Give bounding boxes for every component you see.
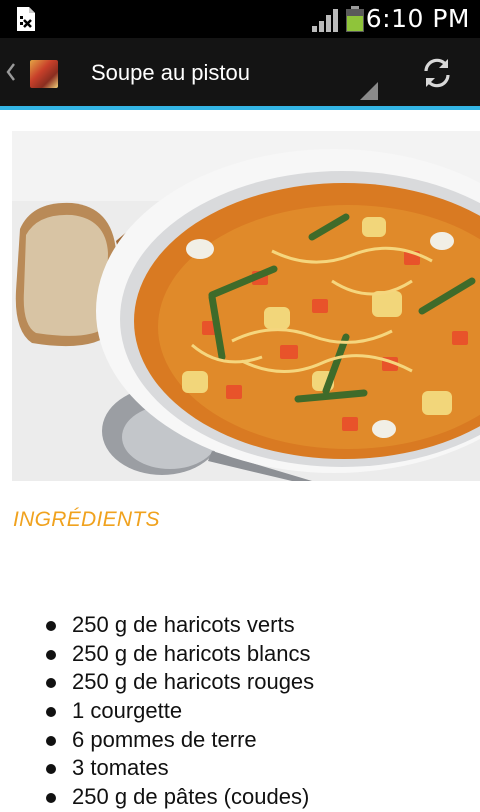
status-time: 6:10 PM [365, 4, 470, 33]
battery-icon [346, 6, 364, 32]
app-icon[interactable] [30, 60, 58, 88]
list-item: 250 g de haricots verts [44, 611, 314, 640]
list-item: 3 tomates [44, 754, 314, 783]
bullet-icon [46, 793, 56, 804]
list-item-text: 3 tomates [72, 755, 169, 781]
bullet-icon [46, 678, 56, 689]
refresh-icon[interactable] [418, 54, 456, 92]
ingredients-list: 250 g de haricots verts 250 g de haricot… [44, 611, 314, 812]
sd-card-removed-icon [17, 7, 35, 31]
list-item: 250 g de pâtes (coudes) [44, 783, 314, 812]
bullet-icon [46, 735, 56, 746]
back-chevron-icon[interactable] [4, 60, 18, 84]
list-item: 1 courgette [44, 697, 314, 726]
list-item-text: 250 g de haricots blancs [72, 640, 311, 666]
list-item-text: 250 g de haricots verts [72, 612, 295, 637]
list-item: 6 pommes de terre [44, 726, 314, 755]
action-bar: Soupe au pistou [0, 38, 480, 106]
bullet-icon [46, 649, 56, 660]
list-item-text: 6 pommes de terre [72, 726, 257, 752]
action-bar-divider [0, 106, 480, 110]
ingredients-heading: INGRÉDIENTS [13, 508, 160, 531]
list-item-text: 250 g de haricots rouges [72, 669, 315, 695]
status-bar: 6:10 PM [0, 0, 480, 38]
list-item: 250 g de haricots blancs [44, 640, 314, 669]
bullet-icon [46, 707, 56, 718]
signal-icon [312, 9, 338, 32]
list-item: 250 g de haricots rouges [44, 668, 314, 697]
soup-photo [12, 131, 480, 481]
list-item-text: 1 courgette [72, 698, 183, 724]
list-item-text: 250 g de pâtes (coudes) [72, 784, 310, 810]
bullet-icon [46, 764, 56, 775]
spinner-indicator-icon[interactable] [360, 82, 378, 100]
bullet-icon [46, 621, 56, 631]
page-title[interactable]: Soupe au pistou [91, 60, 250, 86]
